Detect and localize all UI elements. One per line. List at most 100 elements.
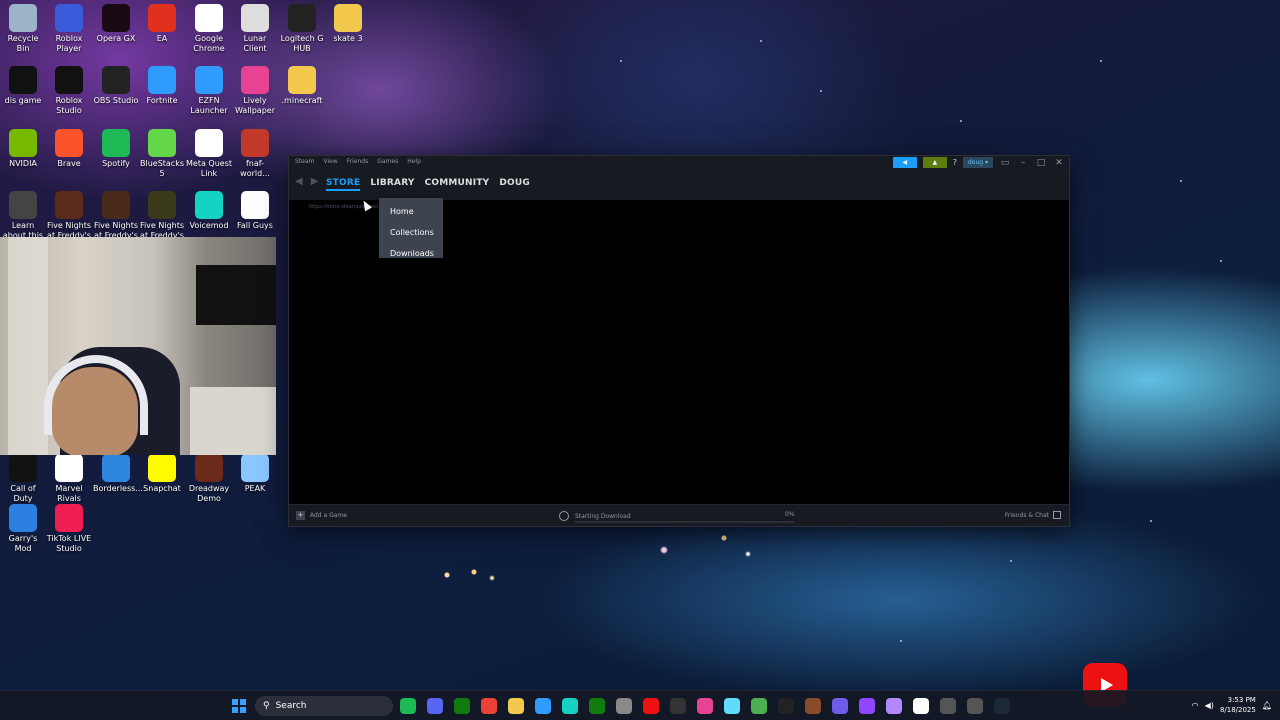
tab-store[interactable]: STORE (326, 178, 361, 191)
app-icon (55, 129, 83, 157)
desktop-icon[interactable]: OBS Studio (93, 62, 139, 106)
taskbar-app-chrome-icon[interactable] (481, 698, 497, 714)
app-icon (195, 66, 223, 94)
taskbar-app-discord-icon[interactable] (427, 698, 443, 714)
menu-steam[interactable]: Steam (295, 158, 314, 165)
desktop-icon-label: EZFN Launcher (190, 96, 228, 115)
download-status[interactable]: Starting Download (559, 511, 795, 523)
desktop-icon[interactable]: Roblox Player (46, 0, 92, 54)
taskbar-app-minecraft-icon[interactable] (751, 698, 767, 714)
start-button[interactable] (232, 699, 246, 713)
desktop-icon[interactable]: Borderless... (93, 450, 143, 494)
taskbar-app-meta-icon[interactable] (913, 698, 929, 714)
taskbar-app-voicemod-icon[interactable] (562, 698, 578, 714)
desktop-icon[interactable]: fnaf-world... (232, 125, 278, 179)
menu-friends[interactable]: Friends (347, 158, 369, 165)
menu-view[interactable]: View (323, 158, 337, 165)
taskbar-app-steam-mini-icon[interactable] (940, 698, 956, 714)
volume-icon[interactable]: ◀) (1205, 701, 1214, 710)
taskbar-app-music-icon[interactable] (697, 698, 713, 714)
taskbar-app-fnaf-icon[interactable] (805, 698, 821, 714)
tab-library[interactable]: LIBRARY (370, 178, 414, 191)
desktop-icon[interactable]: Snapchat (139, 450, 185, 494)
app-icon (241, 4, 269, 32)
desktop-icon[interactable]: Garry's Mod (0, 500, 46, 554)
desktop-icon[interactable]: PEAK (232, 450, 278, 494)
desktop-icon-label: Garry's Mod (8, 534, 38, 553)
menu-help[interactable]: Help (407, 158, 421, 165)
app-icon (334, 4, 362, 32)
taskbar-search[interactable]: ⚲ Search (255, 696, 393, 716)
close-icon[interactable]: ✕ (1053, 158, 1065, 168)
app-icon (148, 454, 176, 482)
clock[interactable]: 3:53 PM 8/18/2025 (1220, 695, 1256, 715)
desktop-icon[interactable]: Meta Quest Link (186, 125, 232, 179)
desktop-icon[interactable]: Opera GX (93, 0, 139, 44)
desktop-icon[interactable]: Fortnite (139, 62, 185, 106)
taskbar-app-notes-icon[interactable] (832, 698, 848, 714)
bigpicture-icon[interactable]: ▭ (999, 158, 1011, 168)
desktop-icon[interactable]: .minecraft (279, 62, 325, 106)
taskbar-app-obs-icon[interactable] (967, 698, 983, 714)
desktop-icon[interactable]: EZFN Launcher (186, 62, 232, 116)
add-game-button[interactable]: + Add a Game (296, 511, 347, 520)
forward-arrow-icon[interactable]: ▶ (311, 176, 319, 187)
dropdown-item-collections[interactable]: Collections (379, 222, 443, 243)
taskbar-app-youtube-icon[interactable] (643, 698, 659, 714)
taskbar-app-terminal-icon[interactable] (670, 698, 686, 714)
taskbar-app-spotify-icon[interactable] (400, 698, 416, 714)
desktop-icon[interactable]: Logitech G HUB (279, 0, 325, 54)
webcam-overlay (0, 237, 276, 455)
tab-community[interactable]: COMMUNITY (425, 178, 490, 191)
taskbar-app-file-explorer-icon[interactable] (508, 698, 524, 714)
taskbar-app-xbox-icon[interactable] (454, 698, 470, 714)
dropdown-item-downloads[interactable]: Downloads (379, 243, 443, 264)
steam-titlebar[interactable]: Steam View Friends Games Help ◀ ▲ ? doug… (289, 156, 1069, 170)
desktop-icon[interactable]: NVIDIA (0, 125, 46, 169)
desktop-icon-label: Roblox Player (55, 34, 83, 53)
desktop-icon[interactable]: Roblox Studio (46, 62, 92, 116)
taskbar: ⚲ Search ◠ ◀) 3:53 PM 8/18/2025 🔔︎ (0, 690, 1280, 720)
user-menu-button[interactable]: doug ▾ (963, 157, 993, 168)
desktop-icon[interactable]: Dreadway Demo (186, 450, 232, 504)
taskbar-app-twitch-icon[interactable] (859, 698, 875, 714)
taskbar-app-game-icon[interactable] (886, 698, 902, 714)
announcements-button[interactable]: ◀ (892, 157, 917, 168)
desktop-icon[interactable]: Recycle Bin (0, 0, 46, 54)
taskbar-app-epic-icon[interactable] (778, 698, 794, 714)
desktop-icon[interactable]: Lunar Client (232, 0, 278, 54)
menu-games[interactable]: Games (377, 158, 398, 165)
desktop-icon[interactable]: Fall Guys (232, 187, 278, 231)
minimize-icon[interactable]: – (1017, 158, 1029, 168)
back-arrow-icon[interactable]: ◀ (295, 176, 303, 187)
app-icon (102, 454, 130, 482)
maximize-icon[interactable]: □ (1035, 158, 1047, 168)
tab-profile[interactable]: DOUG (499, 178, 530, 191)
desktop-icon[interactable]: dis game (0, 62, 46, 106)
taskbar-app-steam-icon[interactable] (994, 698, 1010, 714)
taskbar-app-xbox-app-icon[interactable] (589, 698, 605, 714)
desktop-icon[interactable]: TikTok LIVE Studio (46, 500, 92, 554)
desktop-icon[interactable]: Marvel Rivals (46, 450, 92, 504)
dropdown-item-home[interactable]: Home (379, 201, 443, 222)
taskbar-app-settings-icon[interactable] (616, 698, 632, 714)
desktop-icon[interactable]: BlueStacks 5 (139, 125, 185, 179)
desktop-icon[interactable]: Spotify (93, 125, 139, 169)
wifi-icon[interactable]: ◠ (1192, 701, 1199, 710)
steam-window[interactable]: Steam View Friends Games Help ◀ ▲ ? doug… (288, 155, 1070, 527)
notifications-button[interactable]: ▲ (922, 157, 947, 168)
taskbar-app-ezfn-icon[interactable] (535, 698, 551, 714)
desktop-icon[interactable]: Lively Wallpaper (232, 62, 278, 116)
friends-chat-button[interactable]: Friends & Chat (1005, 511, 1061, 519)
notification-bell-icon[interactable]: 🔔︎ (1262, 701, 1272, 710)
desktop-icon[interactable]: EA (139, 0, 185, 44)
desktop-icon[interactable]: Call of Duty (0, 450, 46, 504)
app-icon (102, 191, 130, 219)
desktop-icon[interactable]: Voicemod (186, 187, 232, 231)
desktop-icon[interactable]: Google Chrome (186, 0, 232, 54)
chat-icon (1053, 511, 1061, 519)
desktop-icon[interactable]: skate 3 (325, 0, 371, 44)
taskbar-app-react-icon[interactable] (724, 698, 740, 714)
desktop-icon[interactable]: Brave (46, 125, 92, 169)
help-button[interactable]: ? (953, 158, 957, 167)
